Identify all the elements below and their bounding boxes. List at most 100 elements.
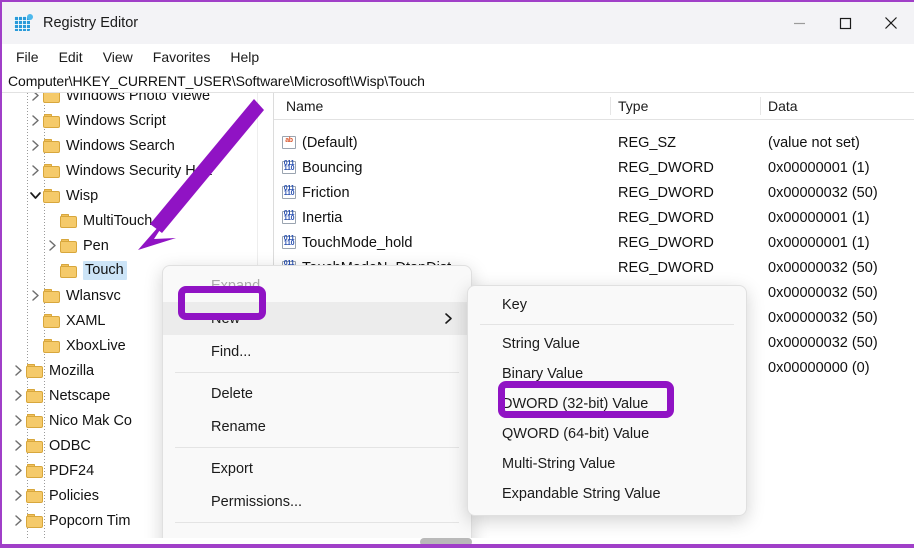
column-header-type[interactable]: Type [610,93,759,119]
chevron-down-icon[interactable] [27,183,43,208]
chevron-right-icon[interactable] [44,233,60,258]
folder-icon [26,413,43,428]
table-row[interactable]: 011 110 Inertia REG_DWORD 0x00000001 (1) [274,205,914,230]
context-menu-item[interactable]: Rename [163,410,471,443]
submenu-item[interactable]: Expandable String Value [468,479,746,509]
value-name: Inertia [302,209,343,226]
chevron-right-icon [444,302,453,335]
menu-help[interactable]: Help [220,47,269,67]
value-name: (Default) [302,134,358,151]
tree-twisty-empty [27,333,43,358]
context-menu-item[interactable]: Delete [163,377,471,410]
menu-bar: File Edit View Favorites Help [2,44,914,70]
tree-item[interactable]: MultiTouch [2,208,257,233]
tree-item-label: MultiTouch [83,212,153,229]
value-data-cell: 0x00000001 (1) [768,209,870,226]
chevron-right-icon[interactable] [10,508,26,533]
tree-item[interactable]: Windows Search [2,133,257,158]
column-header-data[interactable]: Data [760,93,914,119]
tree-item[interactable]: Windows Security Hea [2,158,257,183]
submenu-item[interactable]: Multi-String Value [468,449,746,479]
column-divider[interactable] [760,97,761,115]
maximize-icon[interactable] [822,2,868,44]
menu-edit[interactable]: Edit [49,47,93,67]
highlight-box-new [178,286,266,320]
value-data-cell: (value not set) [768,134,860,151]
value-data-cell: 0x00000032 (50) [768,284,878,301]
chevron-right-icon[interactable] [27,158,43,183]
chevron-right-icon[interactable] [27,133,43,158]
submenu-item[interactable]: String Value [468,329,746,359]
tree-item-label: XboxLive [66,337,126,354]
chevron-right-icon[interactable] [10,483,26,508]
context-menu-item-label: Permissions... [211,493,303,510]
window-title: Registry Editor [43,15,139,31]
menu-separator [175,522,459,523]
tree-item-label: Popcorn Tim [49,512,131,529]
tree-item[interactable]: Windows Script [2,108,257,133]
tree-item[interactable]: Pen [2,233,257,258]
value-data-cell: 0x00000032 (50) [768,184,878,201]
tree-item-label: Windows Photo Viewe [66,93,211,104]
chevron-right-icon[interactable] [10,433,26,458]
table-row[interactable]: 011 110 Bouncing REG_DWORD 0x00000001 (1) [274,155,914,180]
chevron-right-icon[interactable] [27,283,43,308]
folder-icon [26,438,43,453]
folder-icon [43,288,60,303]
dword-value-icon: 011110 [282,184,296,199]
value-type-cell: REG_SZ [618,134,677,151]
tree-item-label: XAML [66,312,106,329]
value-type-cell: REG_DWORD [618,209,714,226]
dword-value-icon: 011110 [282,209,296,224]
folder-icon [26,463,43,478]
tree-item-label: Nico Mak Co [49,412,132,429]
list-column-headers: Name Type Data [274,93,914,120]
submenu-item[interactable]: QWORD (64-bit) Value [468,419,746,449]
menu-view[interactable]: View [93,47,143,67]
chevron-right-icon[interactable] [10,458,26,483]
chevron-right-icon[interactable] [10,383,26,408]
close-icon[interactable] [868,2,914,44]
column-divider[interactable] [610,97,611,115]
address-bar[interactable]: Computer\HKEY_CURRENT_USER\Software\Micr… [2,70,914,93]
minimize-icon[interactable] [776,2,822,44]
chevron-right-icon[interactable] [10,358,26,383]
context-menu-item[interactable]: Find... [163,335,471,368]
tree-item-label: Windows Script [66,112,166,129]
column-header-name[interactable]: Name [278,93,609,119]
value-data-cell: 0x00000001 (1) [768,234,870,251]
chevron-right-icon[interactable] [27,93,43,108]
tree-item-label: Policies [49,487,99,504]
value-name-cell: 011 110 TouchMode_hold [282,230,412,255]
title-bar: Registry Editor [2,2,914,44]
context-menu-item[interactable]: Permissions... [163,485,471,518]
registry-path: Computer\HKEY_CURRENT_USER\Software\Micr… [8,73,425,89]
value-type-cell: REG_DWORD [618,184,714,201]
value-type-cell: REG_DWORD [618,259,714,276]
value-name-cell: 011 110 Inertia [282,205,342,230]
string-value-icon: ab [282,135,297,150]
submenu-item[interactable]: Key [468,290,746,320]
menu-favorites[interactable]: Favorites [143,47,221,67]
context-menu-item[interactable]: Export [163,452,471,485]
table-row[interactable]: 011 110 TouchMode_hold REG_DWORD 0x00000001 … [274,230,914,255]
folder-icon [43,93,60,103]
folder-icon [26,488,43,503]
value-name: Bouncing [302,159,363,176]
value-name: Friction [302,184,350,201]
tree-twisty-empty [44,208,60,233]
value-data-cell: 0x00000032 (50) [768,259,878,276]
tree-item[interactable]: Wisp [2,183,257,208]
menu-separator [175,447,459,448]
dword-value-icon: 011110 [282,159,296,174]
table-row[interactable]: ab (Default) REG_SZ (value not set) [274,130,914,155]
chevron-right-icon[interactable] [27,108,43,133]
menu-file[interactable]: File [6,47,49,67]
chevron-right-icon[interactable] [10,408,26,433]
folder-icon [60,238,77,253]
table-row[interactable]: 011 110 Friction REG_DWORD 0x00000032 (50) [274,180,914,205]
context-menu-item-label: Find... [211,343,252,360]
tree-twisty-empty [27,308,43,333]
folder-icon [43,163,60,178]
tree-item[interactable]: Windows Photo Viewe [2,93,257,108]
